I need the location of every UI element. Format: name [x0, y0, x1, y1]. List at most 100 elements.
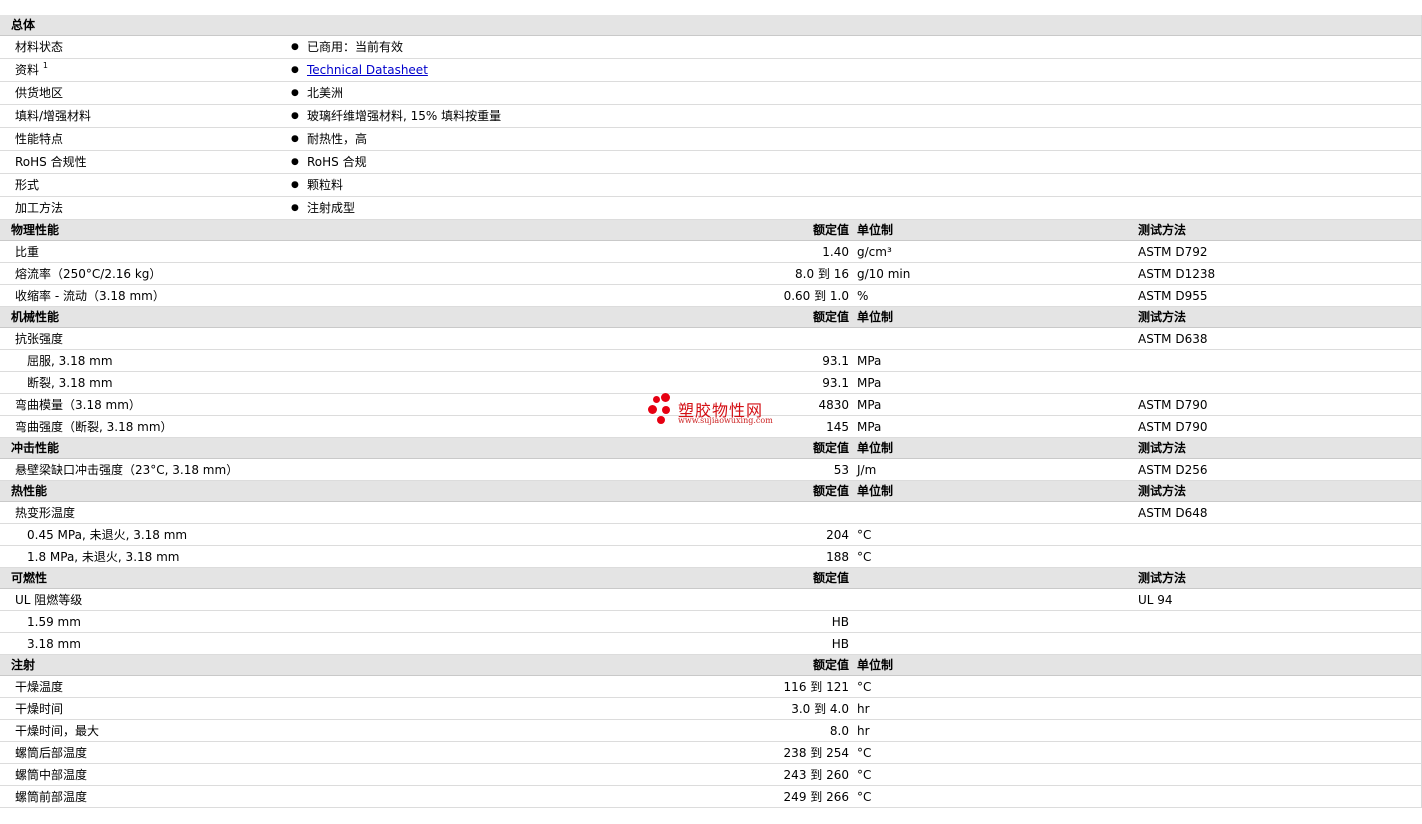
property-value-text: 玻璃纤维增强材料, 15% 填料按重量 [307, 109, 502, 123]
column-header-unit: 单位制 [857, 441, 894, 455]
column-header-nominal: 额定值 [812, 571, 849, 585]
property-value-text: 颗粒料 [307, 178, 344, 192]
nominal-value: 1.40 [822, 245, 849, 259]
property-label: 1.59 mm [27, 615, 81, 629]
unit-value: MPa [857, 398, 882, 412]
unit-value: hr [857, 702, 870, 716]
property-label: 螺筒中部温度 [15, 768, 88, 782]
property-label-text: 供货地区 [15, 86, 64, 100]
property-row: UL 阻燃等级 UL 94 [0, 589, 1421, 611]
property-label: 螺筒前部温度 [15, 790, 88, 804]
property-row: 1.59 mm HB [0, 611, 1421, 633]
general-row: 供货地区 ● 北美洲 [0, 82, 1421, 105]
general-row: 资料 1 ● Technical Datasheet [0, 59, 1421, 82]
property-row: 3.18 mm HB [0, 633, 1421, 655]
nominal-value: 93.1 [822, 354, 849, 368]
bullet-icon: ● [291, 203, 299, 213]
property-value: 注射成型 [307, 197, 355, 219]
section-header: 热性能 额定值 单位制 测试方法 [0, 481, 1421, 502]
logo-dot [653, 396, 660, 403]
property-row: 抗张强度 ASTM D638 [0, 328, 1421, 350]
property-label-text: 资料 [15, 63, 40, 77]
general-row: 填料/增强材料 ● 玻璃纤维增强材料, 15% 填料按重量 [0, 105, 1421, 128]
nominal-value: 188 [826, 550, 849, 564]
property-value: 北美洲 [307, 82, 343, 104]
property-row: 悬壁梁缺口冲击强度（23°C, 3.18 mm） 53 J/m ASTM D256 [0, 459, 1421, 481]
property-label: 供货地区 [15, 82, 63, 104]
property-row: 断裂, 3.18 mm 93.1 MPa [0, 372, 1421, 394]
section-title: 物理性能 [11, 223, 60, 237]
nominal-value: 145 [826, 420, 849, 434]
column-header-unit: 单位制 [857, 223, 894, 237]
column-header-nominal: 额定值 [812, 223, 849, 237]
property-row: 热变形温度 ASTM D648 [0, 502, 1421, 524]
section-title: 冲击性能 [11, 441, 60, 455]
property-value-text: 注射成型 [307, 201, 356, 215]
property-row: 收缩率 - 流动（3.18 mm） 0.60 到 1.0% ASTM D955 [0, 285, 1421, 307]
logo-dot [661, 393, 670, 402]
unit-value: g/cm³ [857, 245, 892, 259]
column-header-test-method: 测试方法 [1138, 310, 1187, 324]
property-label-text: 材料状态 [15, 40, 64, 54]
property-row: 干燥时间，最大 8.0 hr [0, 720, 1421, 742]
general-row: 性能特点 ● 耐热性，高 [0, 128, 1421, 151]
nominal-value: 3.0 到 4.0 [791, 702, 849, 716]
column-header-unit: 单位制 [857, 658, 894, 672]
section-header: 注射 额定值 单位制 [0, 655, 1421, 676]
test-method: ASTM D955 [1138, 289, 1208, 303]
property-row: 螺筒中部温度 243 到 260 °C [0, 764, 1421, 786]
unit-value: °C [857, 768, 872, 782]
unit-value: % [857, 289, 869, 303]
general-row: 加工方法 ● 注射成型 [0, 197, 1421, 220]
section-header-general: 总体 [0, 15, 1421, 36]
property-value-text: 北美洲 [307, 86, 344, 100]
test-method: ASTM D638 [1138, 332, 1208, 346]
bullet-icon: ● [291, 134, 299, 144]
column-header-unit: 单位制 [857, 484, 894, 498]
property-label: 材料状态 [15, 36, 63, 58]
general-row: RoHS 合规性 ● RoHS 合规 [0, 151, 1421, 174]
property-value: 已商用：当前有效 [307, 36, 403, 58]
property-row: 干燥温度 116 到 121 °C [0, 676, 1421, 698]
datasheet-link[interactable]: Technical Datasheet [307, 63, 428, 77]
bullet-icon: ● [291, 157, 299, 167]
property-label-text: RoHS 合规性 [15, 155, 87, 169]
watermark-url: www.sujiaowuxing.com [678, 416, 773, 425]
property-row: 螺筒前部温度 249 到 266 °C [0, 786, 1421, 808]
property-value-text: RoHS 合规 [307, 155, 367, 169]
property-value-text: 耐热性，高 [307, 132, 368, 146]
property-label-text: 形式 [15, 178, 40, 192]
property-value: Technical Datasheet [307, 59, 428, 81]
logo-dot [657, 416, 665, 424]
nominal-value: 8.0 到 16 [795, 267, 849, 281]
property-label: UL 阻燃等级 [15, 593, 83, 607]
property-label: 螺筒后部温度 [15, 746, 88, 760]
test-method: ASTM D256 [1138, 463, 1208, 477]
property-label: 屈服, 3.18 mm [27, 354, 113, 368]
column-header-test-method: 测试方法 [1138, 571, 1187, 585]
nominal-value: 53 [833, 463, 849, 477]
column-header-test-method: 测试方法 [1138, 484, 1187, 498]
property-label: 干燥温度 [15, 680, 64, 694]
section-title: 总体 [11, 18, 36, 32]
bullet-icon: ● [291, 111, 299, 121]
nominal-value: 238 到 254 [783, 746, 849, 760]
unit-value: °C [857, 550, 872, 564]
logo-dot [648, 405, 657, 414]
section-title: 可燃性 [11, 571, 48, 585]
property-row: 干燥时间 3.0 到 4.0 hr [0, 698, 1421, 720]
column-header-nominal: 额定值 [812, 484, 849, 498]
column-header-nominal: 额定值 [812, 658, 849, 672]
unit-value: MPa [857, 376, 882, 390]
nominal-value: 243 到 260 [783, 768, 849, 782]
property-label: 收缩率 - 流动（3.18 mm） [15, 289, 165, 303]
property-value: 颗粒料 [307, 174, 343, 196]
property-label-text: 性能特点 [15, 132, 64, 146]
property-label: 干燥时间，最大 [15, 724, 100, 738]
property-label-text: 填料/增强材料 [15, 109, 92, 123]
unit-value: MPa [857, 420, 882, 434]
property-label: 填料/增强材料 [15, 105, 91, 127]
property-label: 熔流率（250°C/2.16 kg） [15, 267, 162, 281]
property-label: 加工方法 [15, 197, 63, 219]
nominal-value: HB [831, 637, 849, 651]
